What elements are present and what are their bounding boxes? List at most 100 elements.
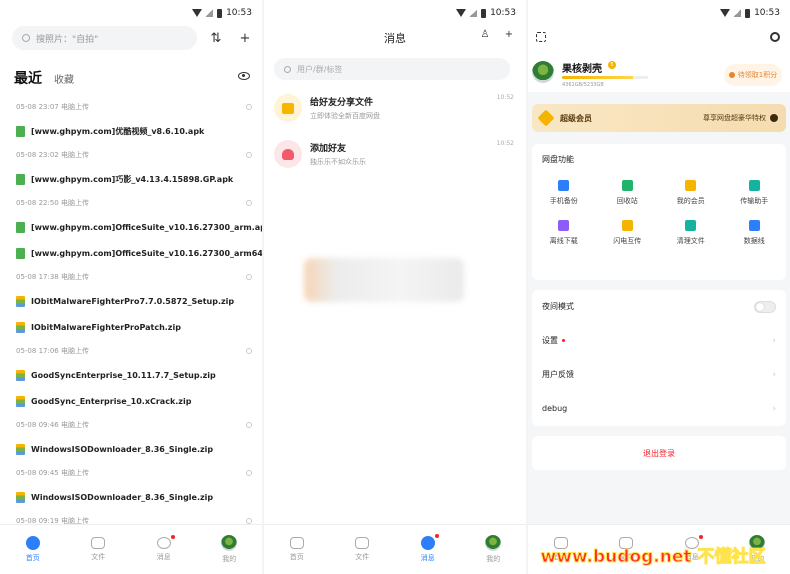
unread-dot <box>698 535 703 539</box>
settings-row[interactable]: 设置 › <box>532 324 786 357</box>
message-title: 给好友分享文件 <box>310 98 374 108</box>
select-circle-icon[interactable] <box>246 274 252 280</box>
status-bar: 10:53 <box>528 0 790 26</box>
feature-item[interactable]: 我的会员 <box>659 180 723 206</box>
messages-screen: 10:53 消息 ♙ + 用户/群/标签 给好友分享文件 立即体验全新百度网盘 10… <box>264 0 526 574</box>
upload-meta-text: 05-08 23:02 电脑上传 <box>16 151 89 159</box>
home-screen: 10:53 搜照片："自拍" ⇅ + 最近 收藏 05-08 23:07 电脑上… <box>0 0 262 574</box>
sort-icon[interactable]: ⇅ <box>205 27 227 49</box>
vip-banner[interactable]: 超级会员 尊享网盘超豪华特权 <box>532 104 786 132</box>
select-circle-icon[interactable] <box>246 348 252 354</box>
feature-icon <box>685 180 697 191</box>
wifi-icon <box>720 9 731 17</box>
list-item[interactable]: 添加好友 独乐乐不如众乐乐 10:52 <box>274 134 514 174</box>
search-placeholder: 搜照片："自拍" <box>36 34 99 45</box>
gear-icon[interactable] <box>770 32 780 42</box>
chat-icon <box>420 536 435 550</box>
upload-meta: 05-08 09:45 电脑上传 <box>0 462 262 484</box>
new-chat-icon[interactable]: + <box>502 29 516 43</box>
nav-mine[interactable]: 我的 <box>204 535 254 564</box>
vip-promo: 尊享网盘超豪华特权 <box>703 113 778 123</box>
list-item[interactable]: IObitMalwareFighterPro7.7.0.5872_Setup.z… <box>0 288 262 314</box>
feature-item[interactable]: 清理文件 <box>659 220 723 246</box>
tab-favorite[interactable]: 收藏 <box>54 71 74 86</box>
feature-label: 数据线 <box>743 237 765 245</box>
feature-item[interactable]: 回收站 <box>596 180 660 206</box>
upload-meta-text: 05-08 09:45 电脑上传 <box>16 469 89 477</box>
eye-icon[interactable] <box>238 72 250 80</box>
photo-search-input[interactable]: 搜照片："自拍" <box>12 26 197 50</box>
claim-points-button[interactable]: 待领取1积分 <box>724 64 782 86</box>
list-item[interactable]: WindowsISODownloader_8.36_Single.zip <box>0 484 262 510</box>
nav-files[interactable]: 文件 <box>337 537 387 562</box>
avatar[interactable] <box>532 61 554 83</box>
nav-messages[interactable]: 消息 <box>403 534 453 563</box>
settings-row[interactable]: 用户反馈 › <box>532 358 786 391</box>
notification-dot <box>562 339 565 342</box>
upload-meta-text: 05-08 22:50 电脑上传 <box>16 199 89 207</box>
list-item[interactable]: [www.ghpym.com]OfficeSuite_v10.16.27300_… <box>0 240 262 266</box>
profile-screen: 10:53 果核剥壳 5 4361GB/5233GB 待领取1积分 超级会员 尊… <box>528 0 790 574</box>
select-circle-icon[interactable] <box>246 470 252 476</box>
nav-home[interactable]: 首页 <box>272 537 322 562</box>
features-card: 网盘功能 手机备份 回收站 我的会员 传输助手离线下载 闪电互传 清理文件 数据线 <box>532 144 786 280</box>
features-grid: 手机备份 回收站 我的会员 传输助手离线下载 闪电互传 清理文件 数据线 <box>532 180 786 246</box>
list-item[interactable]: WindowsISODownloader_8.36_Single.zip <box>0 436 262 462</box>
arrow-right-icon <box>770 114 778 122</box>
list-item[interactable]: GoodSync_Enterprise_10.xCrack.zip <box>0 388 262 414</box>
battery-icon <box>217 8 223 18</box>
features-title: 网盘功能 <box>542 155 574 164</box>
feature-icon <box>748 220 760 231</box>
contacts-icon[interactable]: ♙ <box>478 29 492 43</box>
avatar <box>485 535 502 551</box>
select-circle-icon[interactable] <box>246 422 252 428</box>
chat-icon <box>156 537 171 549</box>
username: 果核剥壳 <box>562 64 602 75</box>
folder-icon <box>91 537 106 549</box>
select-circle-icon[interactable] <box>246 104 252 110</box>
select-circle-icon[interactable] <box>246 152 252 158</box>
night-mode-toggle[interactable] <box>754 300 776 313</box>
contact-search-input[interactable]: 用户/群/标签 <box>274 58 510 80</box>
list-item[interactable]: [www.ghpym.com]巧影_v4.13.4.15898.GP.apk <box>0 166 262 192</box>
apk-file-icon <box>16 125 25 137</box>
feature-item[interactable]: 传输助手 <box>723 180 787 206</box>
scan-icon[interactable] <box>536 32 546 42</box>
folder-icon <box>355 537 370 549</box>
message-subtitle: 立即体验全新百度网盘 <box>310 112 380 120</box>
upload-meta: 05-08 23:02 电脑上传 <box>0 144 262 166</box>
list-item[interactable]: [www.ghpym.com]优酷视频_v8.6.10.apk <box>0 118 262 144</box>
list-item[interactable]: IObitMalwareFighterProPatch.zip <box>0 314 262 340</box>
feature-label: 离线下载 <box>549 237 578 245</box>
feature-label: 清理文件 <box>676 237 705 245</box>
list-item[interactable]: [www.ghpym.com]OfficeSuite_v10.16.27300_… <box>0 214 262 240</box>
list-item[interactable]: 给好友分享文件 立即体验全新百度网盘 10:52 <box>274 88 514 128</box>
select-circle-icon[interactable] <box>246 200 252 206</box>
search-icon <box>22 34 30 42</box>
add-icon[interactable]: + <box>234 27 256 49</box>
nav-home[interactable]: 首页 <box>8 536 58 563</box>
apk-file-icon <box>16 221 25 233</box>
upload-meta-text: 05-08 17:38 电脑上传 <box>16 273 89 281</box>
signal-icon <box>470 9 478 17</box>
search-placeholder: 用户/群/标签 <box>297 64 343 74</box>
wifi-icon <box>192 9 203 17</box>
logout-button[interactable]: 退出登录 <box>532 436 786 470</box>
feature-item[interactable]: 离线下载 <box>532 220 596 246</box>
settings-card: 夜间模式 设置 › 用户反馈 › debug › <box>532 290 786 426</box>
feature-item[interactable]: 闪电互传 <box>596 220 660 246</box>
points-label: 待领取1积分 <box>737 71 778 79</box>
nav-messages[interactable]: 消息 <box>139 535 189 562</box>
zip-file-icon <box>16 369 25 381</box>
battery-icon <box>481 8 487 18</box>
settings-row[interactable]: 夜间模式 <box>532 290 786 323</box>
zip-file-icon <box>16 395 25 407</box>
nav-mine-label: 我的 <box>486 555 501 563</box>
nav-files[interactable]: 文件 <box>73 537 123 562</box>
feature-item[interactable]: 手机备份 <box>532 180 596 206</box>
settings-row[interactable]: debug › <box>532 392 786 425</box>
nav-mine[interactable]: 我的 <box>468 535 518 564</box>
feature-item[interactable]: 数据线 <box>723 220 787 246</box>
tab-recent[interactable]: 最近 <box>14 68 42 88</box>
list-item[interactable]: GoodSyncEnterprise_10.11.7.7_Setup.zip <box>0 362 262 388</box>
